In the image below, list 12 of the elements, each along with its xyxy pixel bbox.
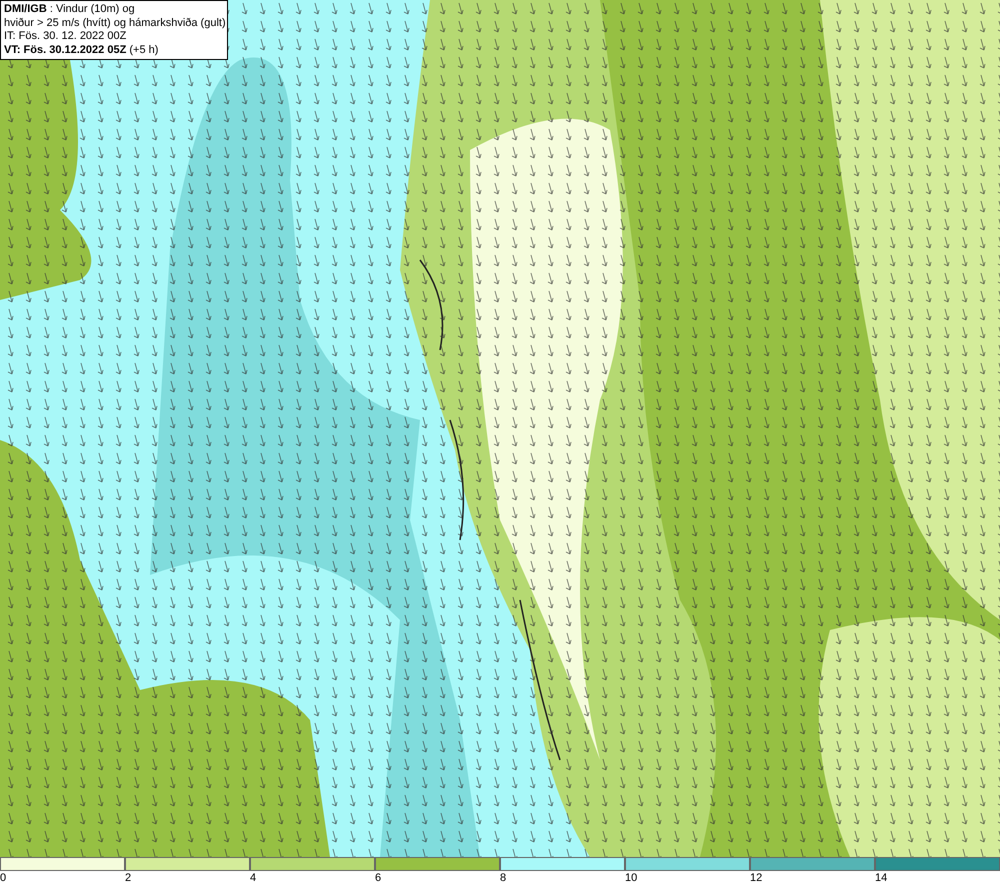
legend-label: 2 [125,871,132,886]
legend-label: 4 [250,871,256,886]
legend-label: 10 [625,871,638,886]
legend-label: 8 [500,871,506,886]
info-text: hviður > 25 m/s (hvítt) og hámarkshviða (gult) [4,16,224,30]
legend-label: 6 [375,871,382,886]
legend-label: 12 [750,871,762,886]
info-text: DMI/IGB : Vindur (10m) og [4,3,136,16]
legend-label: 14 [875,871,888,886]
info-text: VT: Fös. 30.12.2022 05Z (+5 h) [4,44,160,57]
info-text: IT: Fös. 30. 12. 2022 00Z [4,30,128,44]
legend-label: 0 [0,871,6,886]
